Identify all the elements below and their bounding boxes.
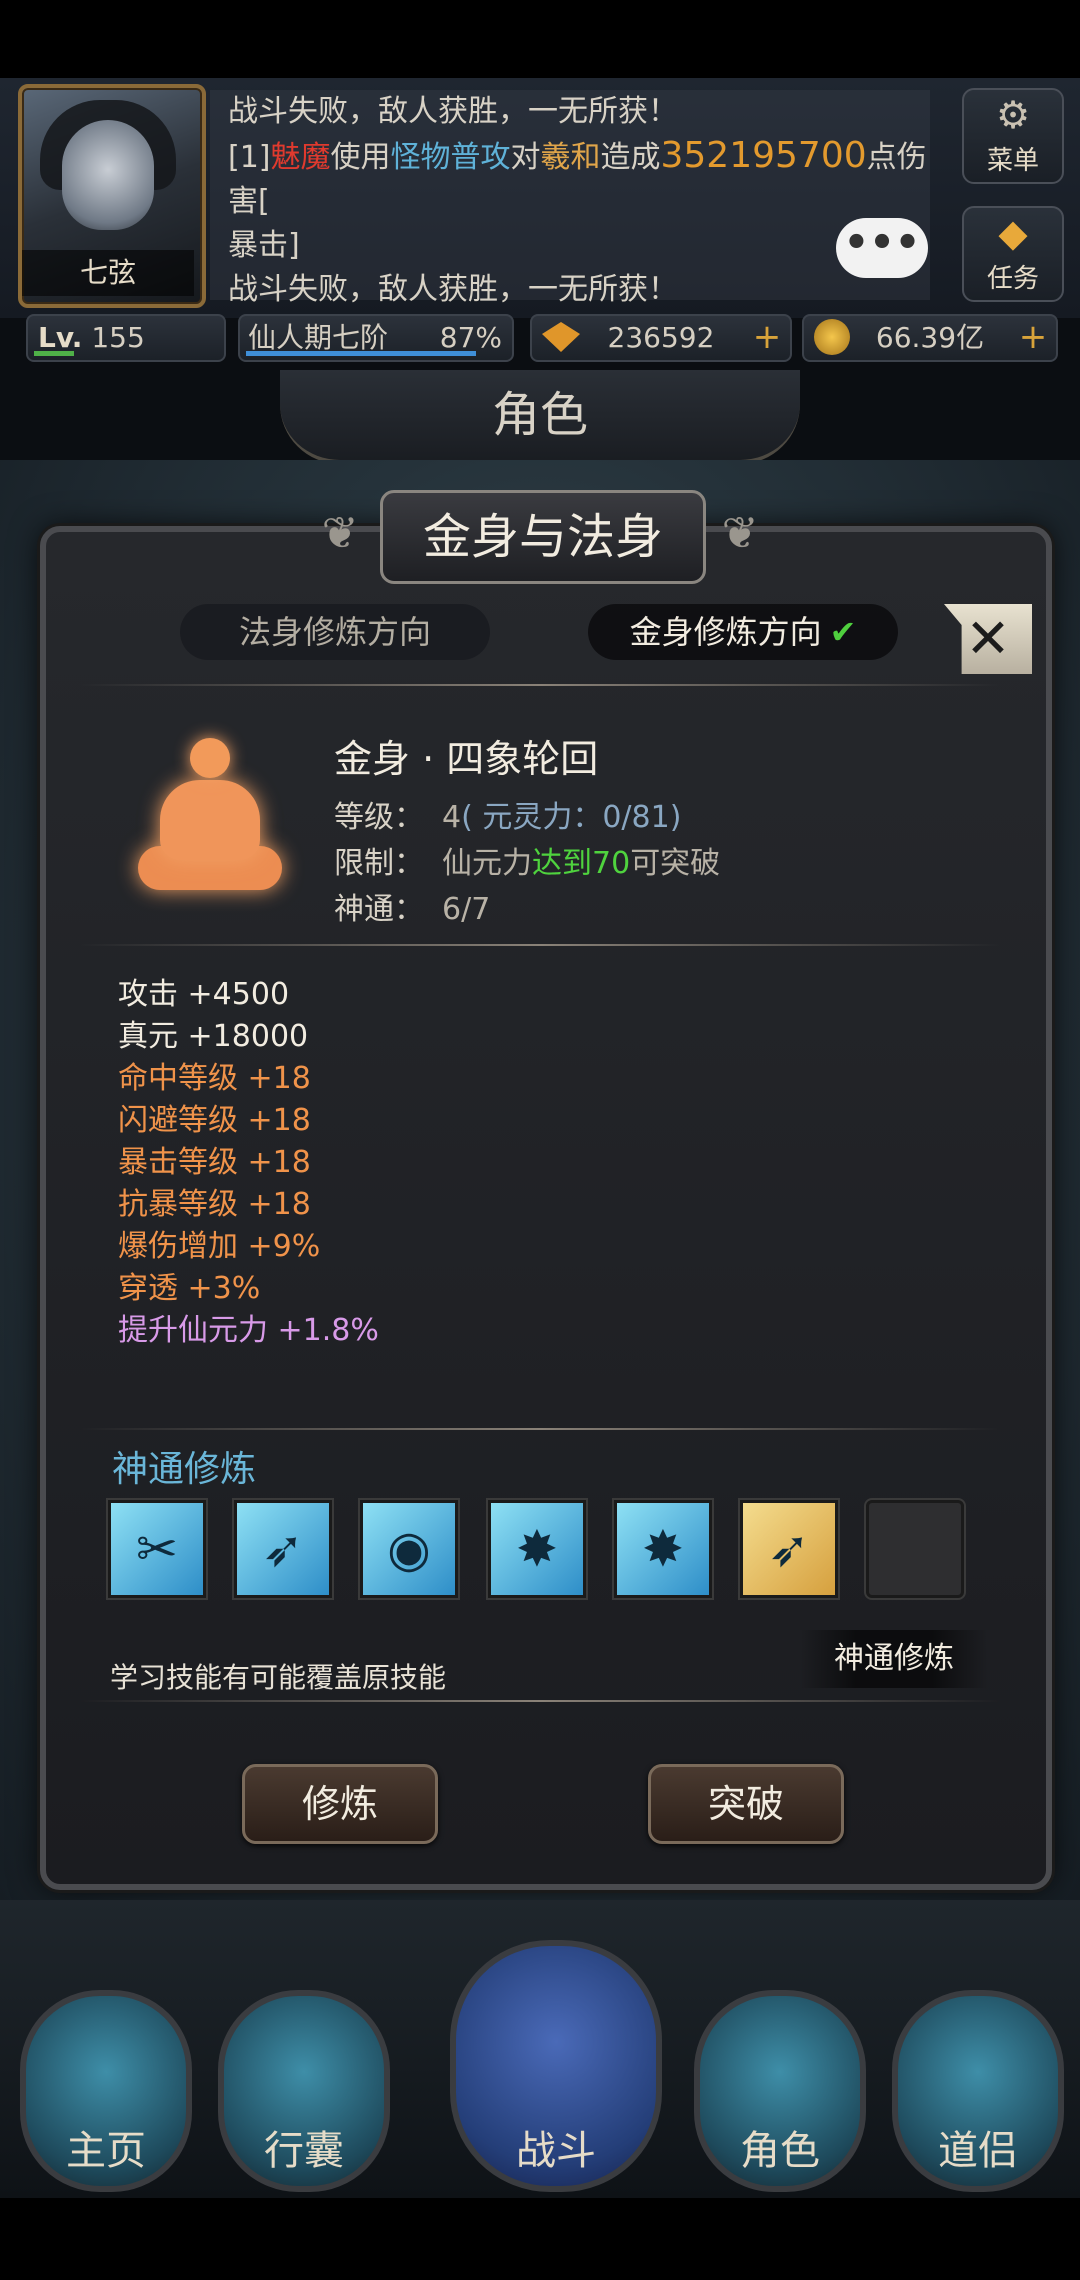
task-button[interactable]: ◆ 任务 [962, 206, 1064, 302]
battle-log: 战斗失败，敌人获胜，一无所获！ [1]魅魔使用怪物普攻对羲和造成35219570… [210, 90, 930, 307]
arrow-icon: ➶ [262, 1520, 304, 1578]
attr-row: 命中等级 +18 [118, 1061, 311, 1096]
exp-bar [34, 351, 74, 356]
level-value: 155 [91, 321, 145, 354]
task-gem-icon: ◆ [998, 211, 1028, 255]
chat-bubble-icon[interactable]: ••• [836, 218, 928, 278]
divider [80, 1700, 1000, 1702]
skill-slot[interactable]: ✸ [488, 1500, 586, 1598]
burst-icon: ✸ [516, 1520, 558, 1578]
nav-companion[interactable]: 道侣 [892, 1990, 1064, 2192]
attr-row: 爆伤增加 +9% [118, 1229, 321, 1264]
title-ornament-left: ❦ [321, 508, 359, 559]
attr-row: 暴击等级 +18 [118, 1145, 311, 1180]
divider [80, 1428, 1000, 1430]
train-button[interactable]: 修炼 [242, 1764, 438, 1844]
nav-companion-label: 道侣 [938, 2128, 1018, 2174]
task-label: 任务 [986, 264, 1039, 294]
level-label: Lv. [38, 321, 83, 354]
skill-slot[interactable]: ➶ [740, 1500, 838, 1598]
attr-row: 抗暴等级 +18 [118, 1187, 311, 1222]
log-line: 战斗失败，敌人获胜，一无所获！ [228, 272, 678, 307]
skill-section-title: 神通修炼 [112, 1449, 257, 1490]
nav-home-label: 主页 [66, 2128, 146, 2174]
attr-row: 提升仙元力 +1.8% [118, 1313, 379, 1348]
attr-row: 真元 +18000 [118, 1019, 309, 1054]
limit-row: 限制： 仙元力达到70可突破 [334, 846, 721, 881]
skill-slot[interactable]: ✂ [108, 1500, 206, 1598]
realm-name: 仙人期七阶 [248, 321, 389, 354]
menu-button[interactable]: ⚙ 菜单 [962, 88, 1064, 184]
nav-bag[interactable]: 行囊 [218, 1990, 390, 2192]
attr-row: 闪避等级 +18 [118, 1103, 311, 1138]
gold-count: 66.39亿 [875, 321, 985, 354]
burst-icon: ✸ [642, 1520, 684, 1578]
gesture-bar-area [0, 2198, 1080, 2280]
attr-row: 攻击 +4500 [118, 977, 290, 1012]
modal-title: 金身与法身 [380, 490, 706, 584]
check-icon: ✔ [829, 613, 857, 651]
log-line: 战斗失败，敌人获胜，一无所获！ [228, 94, 678, 129]
realm-progress-bar [246, 351, 476, 356]
gold-pill: 66.39亿 + [802, 314, 1058, 362]
cross-swords-icon: ✂ [136, 1520, 178, 1578]
skill-slot[interactable]: ➶ [234, 1500, 332, 1598]
meditation-figure-body [160, 780, 260, 860]
page-title: 角色 [280, 370, 800, 464]
nav-bag-label: 行囊 [264, 2128, 344, 2174]
status-bar-area [0, 0, 1080, 78]
skill-train-button[interactable]: 神通修炼 [800, 1630, 988, 1688]
nav-role[interactable]: 角色 [694, 1990, 866, 2192]
empty-skill-slot[interactable] [866, 1500, 964, 1598]
arrow-icon: ➶ [768, 1520, 810, 1578]
gem-count: 236592 [607, 321, 715, 354]
meditation-figure-head [190, 738, 230, 778]
divider [80, 684, 1000, 686]
tab-jinshen-label: 金身修炼方向 [629, 613, 822, 651]
player-name: 七弦 [22, 250, 194, 296]
nav-battle-label: 战斗 [516, 2128, 596, 2174]
title-ornament-right: ❦ [721, 508, 759, 559]
add-gem-button[interactable]: + [750, 320, 784, 354]
log-line: 暴击] [228, 228, 300, 263]
nav-home[interactable]: 主页 [20, 1990, 192, 2192]
shentong-row: 神通： 6/7 [334, 892, 491, 927]
skill-slot[interactable]: ✸ [614, 1500, 712, 1598]
menu-label: 菜单 [986, 146, 1039, 176]
tab-fashen[interactable]: 法身修炼方向 [180, 604, 490, 660]
eye-icon: ◉ [387, 1520, 431, 1578]
level-row: 等级： 4( 元灵力：0/81) [334, 800, 682, 835]
skill-slot[interactable]: ◉ [360, 1500, 458, 1598]
gear-icon: ⚙ [995, 93, 1031, 137]
add-gold-button[interactable]: + [1016, 320, 1050, 354]
log-line: [1]魅魔使用怪物普攻对羲和造成352195700点伤害[ [228, 135, 927, 219]
coin-icon [814, 319, 850, 355]
nav-battle[interactable]: 战斗 [450, 1940, 662, 2192]
level-pill: Lv. 155 [26, 314, 226, 362]
tab-jinshen[interactable]: 金身修炼方向 ✔ [588, 604, 898, 660]
nav-role-label: 角色 [740, 2128, 820, 2174]
gem-pill: 236592 + [530, 314, 792, 362]
skill-hint: 学习技能有可能覆盖原技能 [110, 1661, 447, 1694]
divider [80, 944, 1000, 946]
attr-row: 穿透 +3% [118, 1271, 261, 1306]
jinshen-name: 金身 · 四象轮回 [334, 737, 599, 781]
breakthrough-button[interactable]: 突破 [648, 1764, 844, 1844]
realm-pill: 仙人期七阶 87% [238, 314, 514, 362]
avatar [62, 120, 154, 230]
gem-icon [542, 322, 580, 352]
